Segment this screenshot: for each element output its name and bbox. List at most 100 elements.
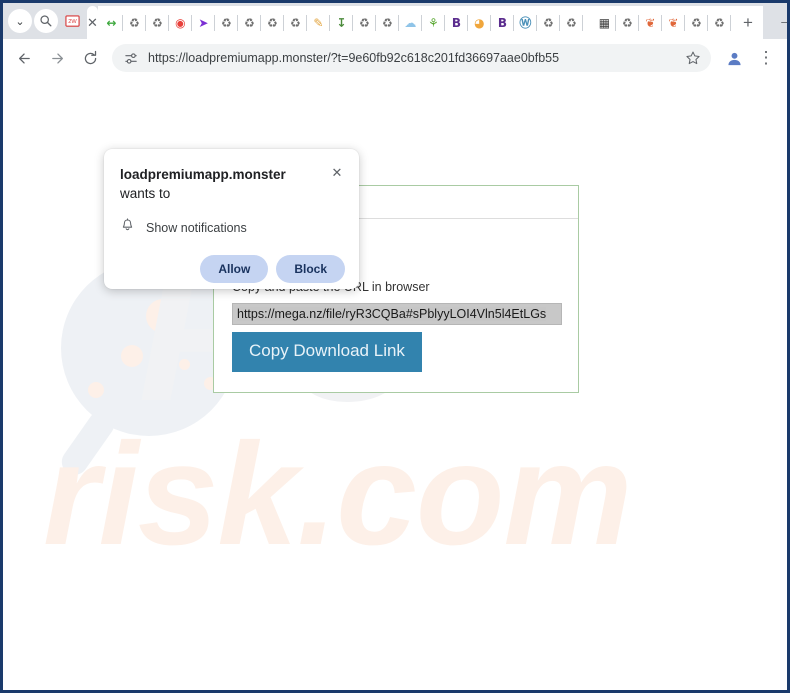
pinned-tab-bitdefender-b-2[interactable]: B xyxy=(491,10,514,36)
block-button[interactable]: Block xyxy=(276,255,345,284)
pinned-tab-orange-dragon-1[interactable]: ❦ xyxy=(639,10,662,36)
gray-recycle-favicon: ♻ xyxy=(290,15,301,30)
window-controls: – □ ✕ xyxy=(763,3,787,39)
pinned-tab-red-record[interactable]: ◉ xyxy=(169,10,192,36)
pinned-tab-gray-recycle-11[interactable]: ♻ xyxy=(616,10,639,36)
pinned-tab-gray-recycle-5[interactable]: ♻ xyxy=(261,10,284,36)
gray-recycle-favicon: ♻ xyxy=(267,15,278,30)
gray-recycle-favicon: ♻ xyxy=(244,15,255,30)
active-tab[interactable]: ✕ xyxy=(87,6,98,39)
tab-strip: ⌄ 2W ✕ ↔ ♻ ♻ ◉ ➤ ♻ ♻ ♻ ♻ ✎ ↧ ♻ ♻ ☁ ⚘ B ◕ B Ⓦ ♻ ♻ ▦ ♻ ❦ ❦ xyxy=(3,3,787,39)
pinned-tab-gray-recycle-9[interactable]: ♻ xyxy=(537,10,560,36)
notification-dialog-domain: loadpremiumapp.monster xyxy=(120,167,286,182)
wordpress-favicon: Ⓦ xyxy=(519,15,532,30)
bookmark-star-icon[interactable] xyxy=(677,50,701,66)
gray-recycle-favicon: ♻ xyxy=(129,15,140,30)
red-record-favicon: ◉ xyxy=(175,15,186,30)
svg-text:2W: 2W xyxy=(68,18,77,24)
pinned-tab-wordpress[interactable]: Ⓦ xyxy=(514,10,537,36)
notification-permission-dialog: loadpremiumapp.monster wants to ✕ Show n… xyxy=(104,149,359,289)
download-url-text: https://mega.nz/file/ryR3CQBa#sPblyyLOI4… xyxy=(237,307,547,321)
watermark-dot xyxy=(88,382,104,398)
gray-recycle-favicon: ♻ xyxy=(359,15,370,30)
watermark-dot xyxy=(121,345,143,367)
watermark-dot xyxy=(179,359,190,370)
profile-avatar-icon[interactable] xyxy=(719,43,749,73)
letter-b-favicon: B xyxy=(497,15,507,30)
three-dot-menu-icon[interactable]: ⋮ xyxy=(751,43,781,73)
gray-recycle-favicon: ♻ xyxy=(221,15,232,30)
notification-dialog-title-row: loadpremiumapp.monster wants to ✕ xyxy=(120,165,345,203)
allow-button[interactable]: Allow xyxy=(200,255,269,284)
pinned-tab-gray-recycle-10[interactable]: ♻ xyxy=(560,10,583,36)
minimize-button[interactable]: – xyxy=(763,6,787,36)
notification-dialog-title-suffix: wants to xyxy=(120,186,171,202)
purple-bird-favicon: ➤ xyxy=(198,15,209,30)
close-icon[interactable]: ✕ xyxy=(87,16,98,29)
watermark-dot xyxy=(146,299,180,333)
pinned-tab-gray-recycle-1[interactable]: ♻ xyxy=(123,10,146,36)
pinned-tab-gray-recycle-3[interactable]: ♻ xyxy=(215,10,238,36)
browser-toolbar: https://loadpremiumapp.monster/?t=9e60fb… xyxy=(3,39,787,77)
magnifier-handle-watermark xyxy=(56,406,120,480)
pinned-tab-green-sprout[interactable]: ⚘ xyxy=(422,10,445,36)
yellow-pencil-favicon: ✎ xyxy=(313,15,324,30)
reload-button[interactable] xyxy=(75,43,105,73)
notification-dialog-title: loadpremiumapp.monster wants to xyxy=(120,165,329,203)
download-url-field[interactable]: https://mega.nz/file/ryR3CQBa#sPblyyLOI4… xyxy=(232,303,562,325)
pinned-tab-gray-recycle-7[interactable]: ♻ xyxy=(353,10,376,36)
pinned-tab-gray-recycle-2[interactable]: ♻ xyxy=(146,10,169,36)
pinned-tab-orange-circle[interactable]: ◕ xyxy=(468,10,491,36)
pinned-tab-purple-bird[interactable]: ➤ xyxy=(192,10,215,36)
page-viewport: PC risk.com dy... s: 2025 Copy and paste… xyxy=(3,77,787,684)
orange-circle-favicon: ◕ xyxy=(474,15,485,30)
tab-gap xyxy=(583,10,593,36)
watermark-brand-risk: risk.com xyxy=(43,413,632,575)
back-button[interactable] xyxy=(9,43,39,73)
pinned-tab-gray-recycle-13[interactable]: ♻ xyxy=(708,10,731,36)
green-sprout-favicon: ⚘ xyxy=(428,15,439,30)
pinned-tab-gray-recycle-4[interactable]: ♻ xyxy=(238,10,261,36)
gray-recycle-favicon: ♻ xyxy=(382,15,393,30)
pinned-tab-gray-recycle-8[interactable]: ♻ xyxy=(376,10,399,36)
pinned-tab-yellow-pencil[interactable]: ✎ xyxy=(307,10,330,36)
browser-window: ⌄ 2W ✕ ↔ ♻ ♻ ◉ ➤ ♻ ♻ ♻ ♻ ✎ ↧ ♻ ♻ ☁ ⚘ B ◕ B Ⓦ ♻ ♻ ▦ ♻ ❦ ❦ xyxy=(3,3,787,690)
green-download-favicon: ↧ xyxy=(336,15,347,30)
notification-permission-label: Show notifications xyxy=(146,221,247,236)
pinned-tab-grid-red[interactable]: ▦ xyxy=(593,10,616,36)
forward-button[interactable] xyxy=(42,43,72,73)
new-tab-button[interactable]: + xyxy=(735,10,761,36)
gray-recycle-favicon: ♻ xyxy=(691,15,702,30)
pinned-tab-orange-dragon-2[interactable]: ❦ xyxy=(662,10,685,36)
pinned-tab-bitdefender-b-1[interactable]: B xyxy=(445,10,468,36)
blue-cloud-favicon: ☁ xyxy=(404,15,417,30)
red-app-favicon[interactable]: 2W xyxy=(60,9,84,33)
grid-red-favicon: ▦ xyxy=(598,15,611,30)
tab-search-icon[interactable] xyxy=(34,9,58,33)
pinned-tab-green-arrows[interactable]: ↔ xyxy=(100,10,123,36)
tab-list-chevron-icon[interactable]: ⌄ xyxy=(8,9,32,33)
bell-icon xyxy=(120,218,135,238)
browser-window-frame: ⌄ 2W ✕ ↔ ♻ ♻ ◉ ➤ ♻ ♻ ♻ ♻ ✎ ↧ ♻ ♻ ☁ ⚘ B ◕ B Ⓦ ♻ ♻ ▦ ♻ ❦ ❦ xyxy=(0,0,790,693)
tabstrip-left-buttons: ⌄ 2W xyxy=(5,3,87,39)
notification-dialog-buttons: Allow Block xyxy=(120,255,345,284)
site-settings-icon[interactable] xyxy=(122,49,140,67)
gray-recycle-favicon: ♻ xyxy=(622,15,633,30)
gray-recycle-favicon: ♻ xyxy=(543,15,554,30)
notification-permission-row: Show notifications xyxy=(120,218,345,238)
close-icon[interactable]: ✕ xyxy=(329,165,345,181)
orange-dragon-favicon: ❦ xyxy=(668,15,679,30)
pinned-tab-gray-recycle-6[interactable]: ♻ xyxy=(284,10,307,36)
gray-recycle-favicon: ♻ xyxy=(566,15,577,30)
pinned-tab-blue-cloud[interactable]: ☁ xyxy=(399,10,422,36)
orange-dragon-favicon: ❦ xyxy=(645,15,656,30)
green-arrows-favicon: ↔ xyxy=(106,15,117,30)
gray-recycle-favicon: ♻ xyxy=(714,15,725,30)
address-bar[interactable]: https://loadpremiumapp.monster/?t=9e60fb… xyxy=(112,44,711,72)
pinned-tab-gray-recycle-12[interactable]: ♻ xyxy=(685,10,708,36)
url-text: https://loadpremiumapp.monster/?t=9e60fb… xyxy=(148,51,560,65)
gray-recycle-favicon: ♻ xyxy=(152,15,163,30)
pinned-tab-green-download[interactable]: ↧ xyxy=(330,10,353,36)
pinned-tabs-container: ↔ ♻ ♻ ◉ ➤ ♻ ♻ ♻ ♻ ✎ ↧ ♻ ♻ ☁ ⚘ B ◕ B Ⓦ ♻ ♻ ▦ ♻ ❦ ❦ ♻ ♻ + xyxy=(97,6,763,39)
copy-download-link-button[interactable]: Copy Download Link xyxy=(232,332,422,372)
